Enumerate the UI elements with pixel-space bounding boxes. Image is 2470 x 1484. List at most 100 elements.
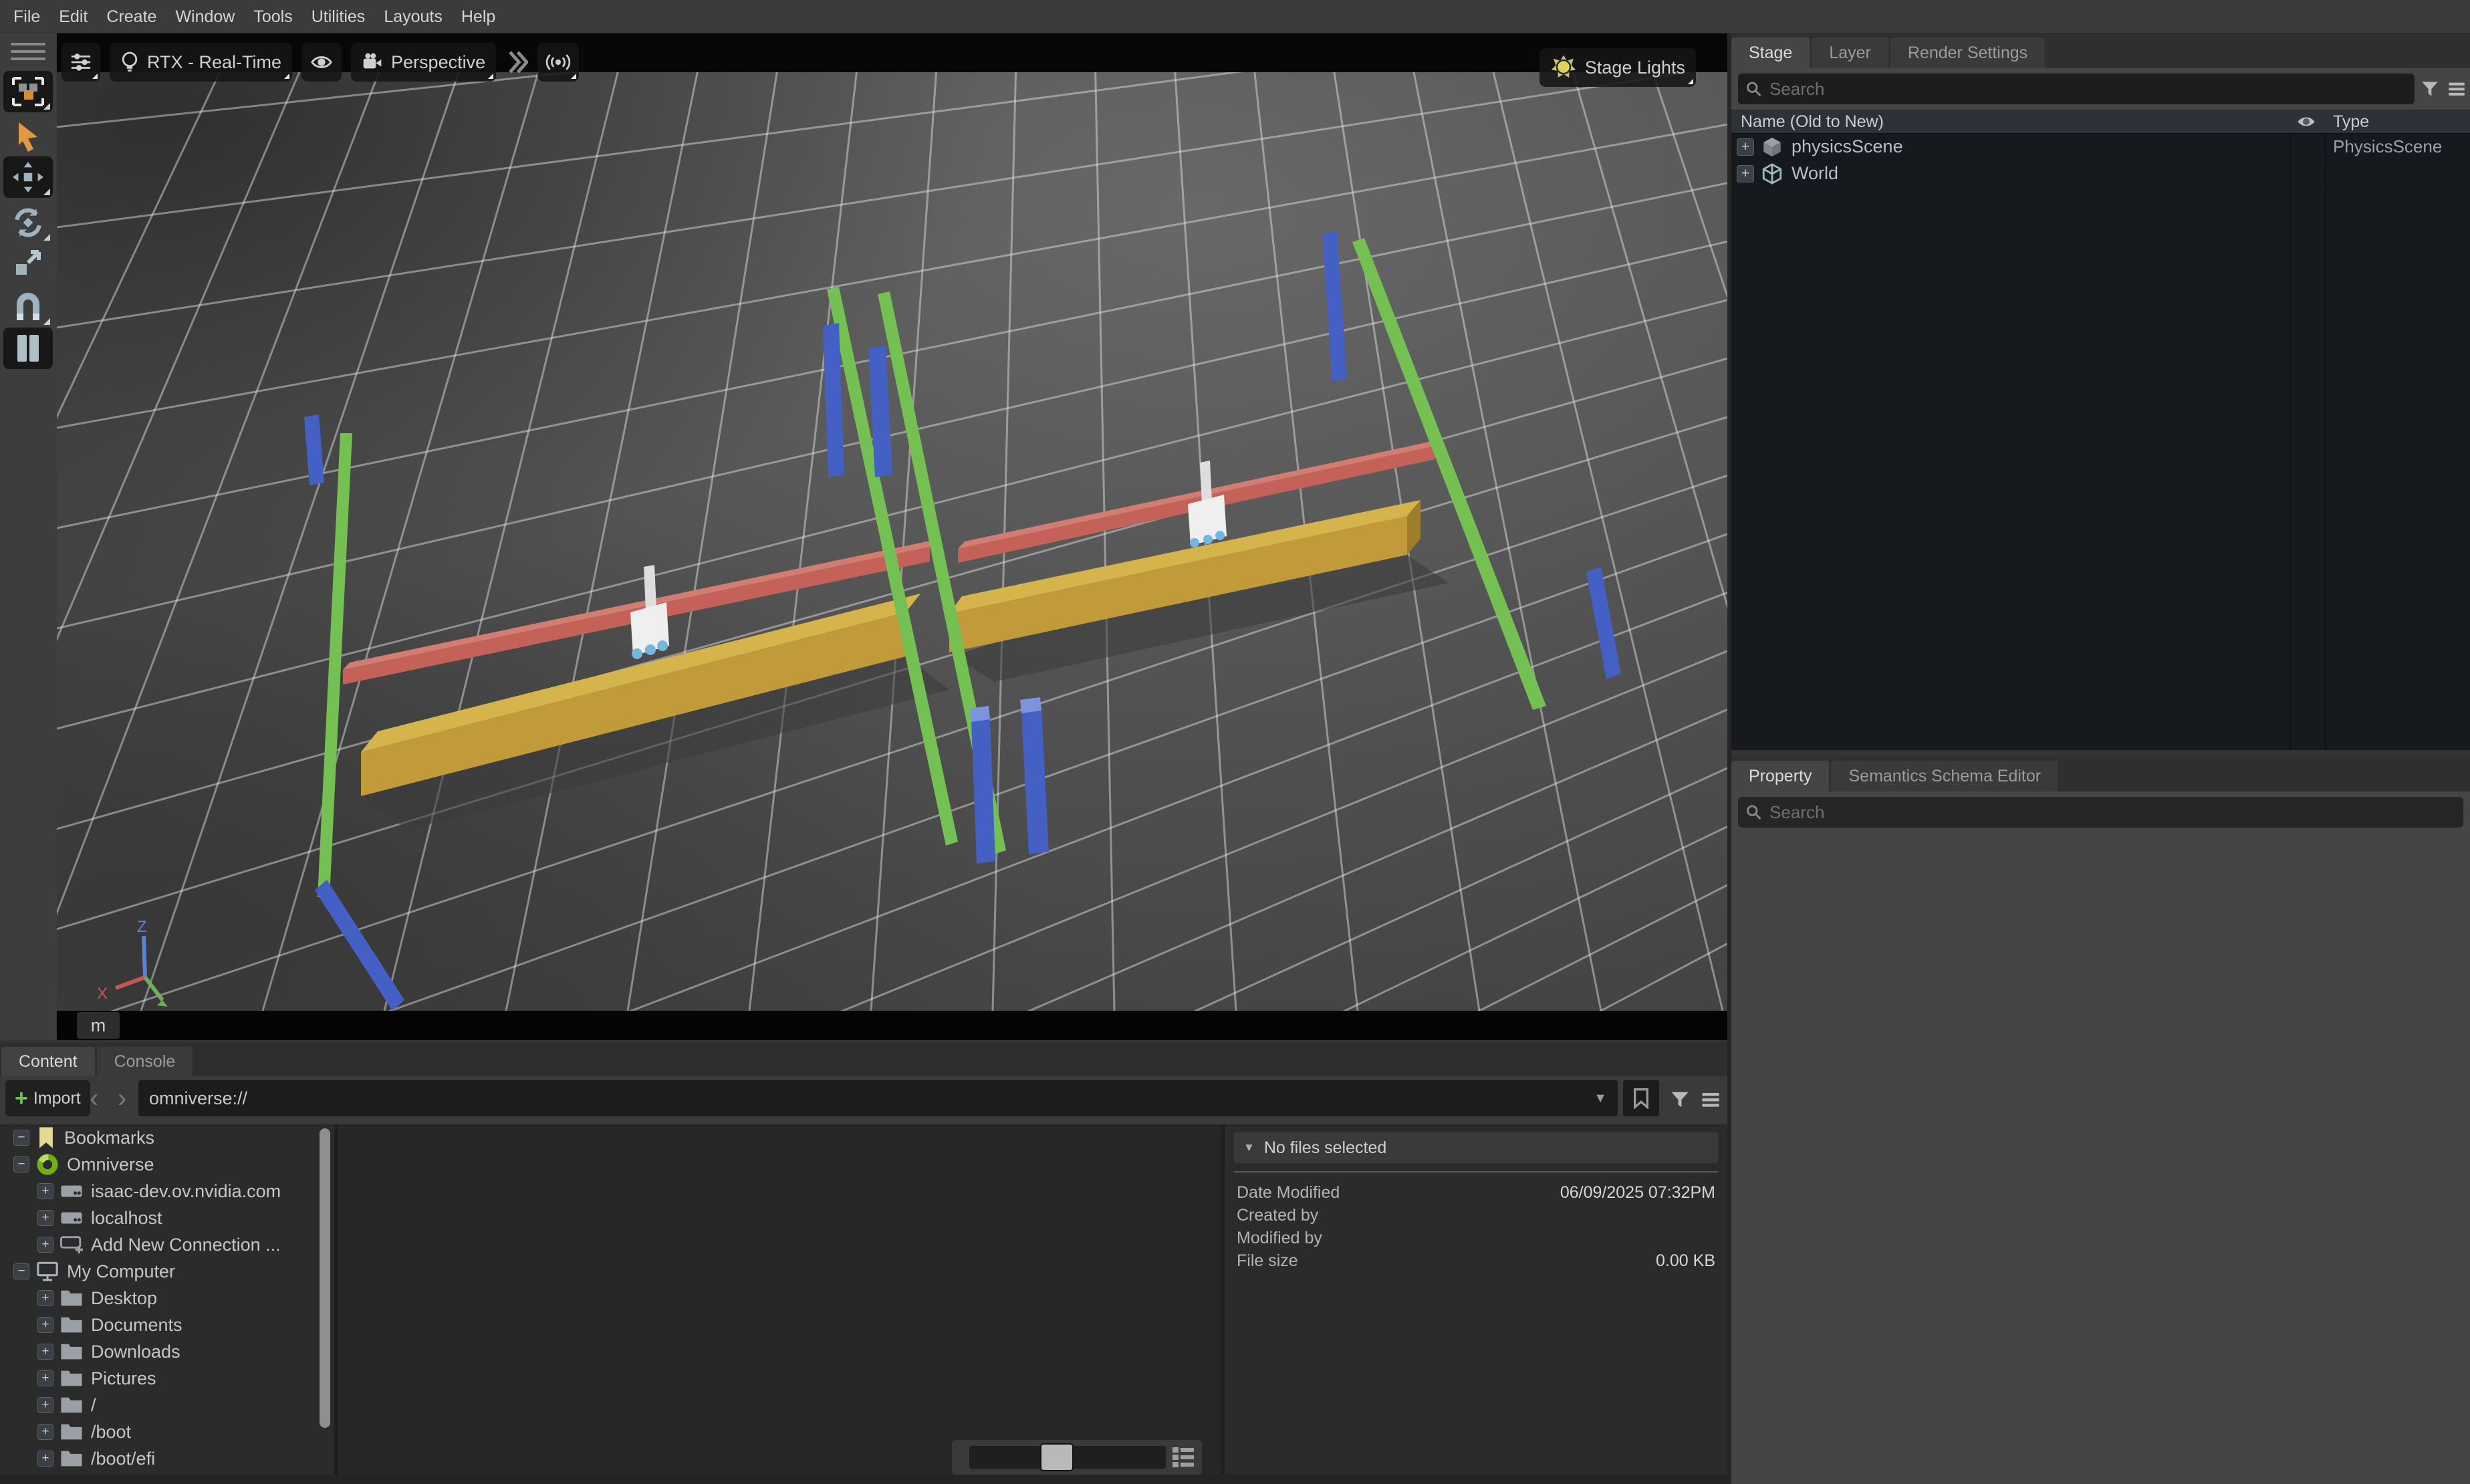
pause-button[interactable]	[3, 328, 53, 369]
tab-property[interactable]: Property	[1731, 761, 1829, 791]
expand-toggle[interactable]: +	[37, 1424, 53, 1440]
import-button[interactable]: + Import	[5, 1080, 90, 1116]
expand-toggle[interactable]: +	[1737, 138, 1754, 156]
stage-search-box[interactable]	[1738, 74, 2415, 104]
stage-lights-button[interactable]: Stage Lights	[1539, 48, 1696, 87]
property-search-input[interactable]	[1769, 802, 2457, 823]
tree-item-localhost[interactable]: + localhost	[0, 1205, 334, 1231]
prim-name: physicsScene	[1792, 136, 1903, 157]
tree-item-bookmarks[interactable]: − Bookmarks	[0, 1124, 334, 1151]
slider-handle[interactable]	[1040, 1443, 1074, 1471]
tab-layer[interactable]: Layer	[1812, 37, 1888, 68]
menu-window[interactable]: Window	[166, 0, 244, 33]
tree-item-root[interactable]: + /	[0, 1392, 334, 1418]
tree-item-omniverse[interactable]: − Omniverse	[0, 1151, 334, 1178]
property-search-box[interactable]	[1738, 797, 2463, 828]
select-tool-button[interactable]	[3, 116, 53, 158]
tree-item-isaac-dev[interactable]: + isaac-dev.ov.nvidia.com	[0, 1178, 334, 1205]
rotate-tool-button[interactable]	[3, 202, 53, 243]
expand-toggle[interactable]: +	[37, 1317, 53, 1333]
view-mode-icon[interactable]	[1171, 1446, 1195, 1469]
collapse-toggle[interactable]: −	[13, 1263, 29, 1279]
tree-item-my-computer[interactable]: − My Computer	[0, 1258, 334, 1285]
tab-stage[interactable]: Stage	[1731, 37, 1810, 68]
menu-file[interactable]: File	[4, 0, 49, 33]
expand-toggle[interactable]: +	[37, 1290, 53, 1306]
content-options-button[interactable]	[1698, 1087, 1723, 1112]
stage-options-button[interactable]	[2444, 76, 2469, 102]
expand-toggle[interactable]: +	[37, 1397, 53, 1413]
path-input[interactable]	[149, 1088, 1594, 1109]
back-button[interactable]: ‹	[90, 1076, 98, 1120]
tree-item-desktop[interactable]: + Desktop	[0, 1285, 334, 1312]
stage-filter-button[interactable]	[2417, 76, 2443, 102]
tree-item-pictures[interactable]: + Pictures	[0, 1365, 334, 1392]
expand-toggle[interactable]: +	[37, 1237, 53, 1253]
camera-icon	[362, 51, 383, 73]
visibility-button[interactable]	[301, 43, 342, 82]
tree-item-documents[interactable]: + Documents	[0, 1312, 334, 1338]
path-dropdown-icon[interactable]: ▼	[1594, 1091, 1607, 1106]
collapse-toggle[interactable]: −	[13, 1156, 29, 1172]
stage-search-input[interactable]	[1769, 79, 2408, 100]
stage-tabbar: Stage Layer Render Settings	[1731, 33, 2470, 68]
move-tool-button[interactable]	[3, 156, 53, 198]
selection-mode-button[interactable]	[3, 71, 53, 112]
move-icon	[11, 160, 45, 194]
tab-content[interactable]: Content	[1, 1047, 95, 1076]
toolbar-grip-handle[interactable]	[11, 43, 45, 65]
expand-toggle[interactable]: +	[37, 1344, 53, 1360]
content-toolbar: + Import ‹ › ▼	[0, 1076, 1727, 1124]
expand-toggle[interactable]: +	[1737, 165, 1754, 182]
menu-create[interactable]: Create	[97, 0, 166, 33]
detail-row-file-size: File size 0.00 KB	[1234, 1249, 1718, 1273]
snap-tool-button[interactable]	[3, 286, 53, 328]
viewport-letterbox-bottom: m	[57, 1011, 1727, 1040]
tab-console[interactable]: Console	[97, 1047, 193, 1076]
menu-edit[interactable]: Edit	[49, 0, 97, 33]
forward-button[interactable]: ›	[118, 1076, 126, 1120]
tree-scrollbar[interactable]	[320, 1128, 330, 1428]
menu-tools[interactable]: Tools	[244, 0, 301, 33]
stage-tree: + physicsScene PhysicsScene + World	[1731, 134, 2470, 750]
type-column-header[interactable]: Type	[2333, 112, 2369, 132]
tab-render-settings[interactable]: Render Settings	[1890, 37, 2045, 68]
stage-row-world[interactable]: + World	[1731, 160, 2470, 187]
stage-column-header[interactable]: Name (Old to New) Type	[1731, 110, 2470, 134]
expand-toggle[interactable]: +	[37, 1451, 53, 1467]
menu-layouts[interactable]: Layouts	[374, 0, 452, 33]
menu-help[interactable]: Help	[452, 0, 505, 33]
audio-button[interactable]	[537, 43, 579, 82]
viewport-3d[interactable]: Z X RTX - Real-Time	[57, 33, 1727, 1040]
unit-selector[interactable]: m	[77, 1012, 120, 1039]
tab-semantics-schema-editor[interactable]: Semantics Schema Editor	[1831, 761, 2058, 791]
stage-row-physicsscene[interactable]: + physicsScene PhysicsScene	[1731, 134, 2470, 160]
file-grid-area[interactable]	[338, 1124, 1221, 1475]
property-tabbar: Property Semantics Schema Editor	[1731, 757, 2470, 791]
renderer-button[interactable]: RTX - Real-Time	[110, 43, 292, 82]
filter-icon	[2421, 80, 2439, 98]
flyout-indicator	[284, 74, 289, 79]
tree-item-boot[interactable]: + /boot	[0, 1418, 334, 1445]
tree-item-boot-efi[interactable]: + /boot/efi	[0, 1445, 334, 1472]
property-empty-area	[1731, 833, 2470, 1481]
visibility-column-icon[interactable]	[2296, 113, 2316, 130]
scale-tool-button[interactable]	[3, 242, 53, 283]
camera-button[interactable]: Perspective	[351, 43, 496, 82]
lightbulb-icon	[120, 51, 139, 74]
path-bar[interactable]: ▼	[138, 1080, 1618, 1116]
tree-item-downloads[interactable]: + Downloads	[0, 1338, 334, 1365]
expand-toggle[interactable]: +	[37, 1210, 53, 1226]
content-filter-button[interactable]	[1667, 1087, 1693, 1112]
menu-utilities[interactable]: Utilities	[302, 0, 375, 33]
name-column-header[interactable]: Name (Old to New)	[1741, 112, 1884, 132]
collapse-toggle[interactable]: −	[13, 1130, 29, 1146]
bookmark-button[interactable]	[1623, 1080, 1659, 1116]
viewport-settings-button[interactable]	[61, 43, 100, 82]
content-tabbar: Content Console	[0, 1043, 1727, 1076]
selection-summary-header[interactable]: ▼ No files selected	[1234, 1132, 1718, 1163]
select-cubes-icon	[11, 76, 45, 108]
expand-toggle[interactable]: +	[37, 1183, 53, 1199]
tree-item-add-new-connection[interactable]: + Add New Connection ...	[0, 1231, 334, 1258]
expand-toggle[interactable]: +	[37, 1370, 53, 1386]
